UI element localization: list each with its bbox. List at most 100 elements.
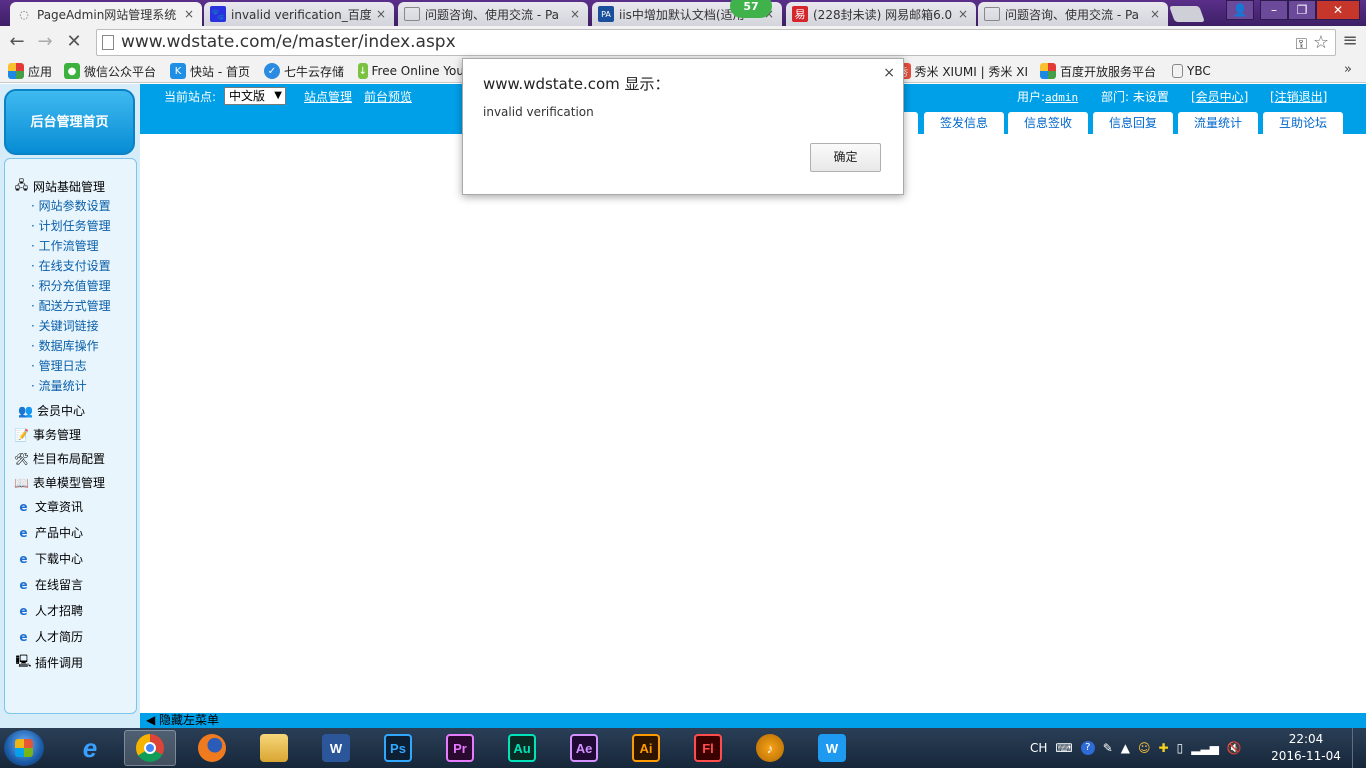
illustrator-icon: Ai xyxy=(632,734,660,762)
menu-item[interactable]: · 在线支付设置 xyxy=(31,257,111,274)
start-button[interactable] xyxy=(4,730,44,766)
help-icon[interactable]: ? xyxy=(1080,741,1095,755)
menu-item[interactable]: · 网站参数设置 xyxy=(31,197,111,214)
pen-icon[interactable]: ✎ xyxy=(1103,741,1113,755)
member-center-link[interactable]: [会员中心] xyxy=(1191,88,1248,105)
emoji-icon[interactable]: ☺ xyxy=(1138,741,1151,755)
chrome-menu-icon[interactable]: ≡ xyxy=(1340,30,1360,51)
bookmark-free-online[interactable]: ↓ Free Online You xyxy=(358,62,464,80)
keyboard-icon[interactable]: ⌨ xyxy=(1055,741,1072,755)
notification-badge[interactable]: 57 xyxy=(730,0,772,18)
show-desktop-button[interactable] xyxy=(1352,728,1366,768)
stop-icon[interactable]: ✕ xyxy=(62,30,86,54)
clipboard-icon[interactable]: ▯ xyxy=(1177,741,1184,755)
taskbar-firefox[interactable] xyxy=(186,730,238,766)
tab-pageadmin[interactable]: ◌ PageAdmin网站管理系统 × xyxy=(10,2,202,26)
menu-item[interactable]: · 管理日志 xyxy=(31,357,87,374)
close-icon[interactable]: × xyxy=(1148,7,1162,21)
language-indicator[interactable]: CH xyxy=(1030,741,1047,755)
taskbar-photoshop[interactable]: Ps xyxy=(372,730,424,766)
tab-info-reply[interactable]: 信息回复 xyxy=(1093,112,1173,134)
tab-forum[interactable]: 互助论坛 xyxy=(1263,112,1343,134)
site-select[interactable]: 中文版 ▼ xyxy=(224,87,286,105)
bookmark-baidu-open[interactable]: 百度开放服务平台 xyxy=(1040,62,1156,80)
address-bar[interactable]: www.wdstate.com/e/master/index.aspx ⚿ ☆ xyxy=(96,29,1336,56)
menu-item[interactable]: · 数据库操作 xyxy=(31,337,99,354)
menu-group-label: 网站基础管理 xyxy=(33,180,106,194)
close-icon[interactable]: × xyxy=(182,7,196,21)
menu-group-articles[interactable]: e 文章资讯 xyxy=(15,498,83,515)
bookmark-kuaizhan[interactable]: K 快站 - 首页 xyxy=(170,62,250,80)
menu-group-downloads[interactable]: e 下载中心 xyxy=(15,550,83,567)
tab-netease-mail[interactable]: 易 (228封未读) 网易邮箱6.0 × xyxy=(786,2,976,26)
volume-muted-icon[interactable]: 🔇 xyxy=(1227,741,1242,755)
menu-group-recruit[interactable]: e 人才招聘 xyxy=(15,602,83,619)
tab-question-2[interactable]: 问题咨询、使用交流 - Pa × xyxy=(978,2,1168,26)
menu-group-plugins[interactable]: 🖳 插件调用 xyxy=(15,654,83,671)
menu-group-member[interactable]: 👥 会员中心 xyxy=(17,402,85,419)
taskbar-illustrator[interactable]: Ai xyxy=(620,730,672,766)
front-preview-link[interactable]: 前台预览 xyxy=(364,88,412,105)
ie-icon: e xyxy=(19,499,28,514)
close-icon[interactable]: × xyxy=(568,7,582,21)
taskbar-wps[interactable]: W xyxy=(806,730,858,766)
network-icon[interactable]: ▂▃▅ xyxy=(1191,741,1219,755)
new-tab-button[interactable] xyxy=(1169,6,1205,22)
taskbar-flash[interactable]: Fl xyxy=(682,730,734,766)
menu-item[interactable]: · 积分充值管理 xyxy=(31,277,111,294)
menu-group-affairs[interactable]: 📝 事务管理 xyxy=(13,426,81,443)
ok-button[interactable]: 确定 xyxy=(810,143,881,172)
user-name-link[interactable]: admin xyxy=(1045,91,1078,104)
bookmarks-overflow-icon[interactable]: » xyxy=(1344,62,1352,77)
site-manage-link[interactable]: 站点管理 xyxy=(304,88,352,105)
hide-left-menu-button[interactable]: ◀ 隐藏左菜单 xyxy=(146,713,219,728)
admin-home-button[interactable]: 后台管理首页 xyxy=(4,89,135,155)
bookmark-xiumi[interactable]: 秀 秀米 XIUMI | 秀米 XI xyxy=(896,62,1028,80)
close-icon[interactable]: × xyxy=(883,65,895,81)
taskbar-premiere[interactable]: Pr xyxy=(434,730,486,766)
tab-issue-info[interactable]: 签发信息 xyxy=(924,112,1004,134)
menu-item[interactable]: · 计划任务管理 xyxy=(31,217,111,234)
close-icon[interactable]: × xyxy=(956,7,970,21)
bookmark-ybc[interactable]: YBC xyxy=(1172,62,1211,80)
menu-group-products[interactable]: e 产品中心 xyxy=(15,524,83,541)
taskbar-ie[interactable]: e xyxy=(64,730,116,766)
tab-info-receipt[interactable]: 信息签收 xyxy=(1008,112,1088,134)
close-window-button[interactable]: ✕ xyxy=(1316,0,1360,20)
menu-group-messages[interactable]: e 在线留言 xyxy=(15,576,83,593)
tab-question-1[interactable]: 问题咨询、使用交流 - Pa × xyxy=(398,2,588,26)
bookmark-apps[interactable]: 应用 xyxy=(8,62,52,80)
menu-group-layout[interactable]: 🛠 栏目布局配置 xyxy=(13,450,105,467)
menu-item[interactable]: · 流量统计 xyxy=(31,377,87,394)
logout-link[interactable]: [注销退出] xyxy=(1270,88,1327,105)
menu-group-resume[interactable]: e 人才简历 xyxy=(15,628,83,645)
back-arrow-icon[interactable]: ← xyxy=(5,30,29,54)
after-effects-icon: Ae xyxy=(570,734,598,762)
user-icon[interactable]: 👤 xyxy=(1226,0,1254,20)
taskbar-after-effects[interactable]: Ae xyxy=(558,730,610,766)
menu-group-forms[interactable]: 📖 表单模型管理 xyxy=(13,474,105,491)
bookmark-qiniu[interactable]: ✓ 七牛云存储 xyxy=(264,62,344,80)
bookmark-wechat[interactable]: ● 微信公众平台 xyxy=(64,62,156,80)
show-hidden-icons[interactable]: ▲ xyxy=(1121,741,1130,755)
tab-traffic-stats[interactable]: 流量统计 xyxy=(1178,112,1258,134)
clock[interactable]: 22:04 2016-11-04 xyxy=(1268,731,1344,765)
tab-baidu[interactable]: 🐾 invalid verification_百度 × xyxy=(204,2,394,26)
minimize-button[interactable]: – xyxy=(1260,0,1288,20)
menu-item[interactable]: · 工作流管理 xyxy=(31,237,99,254)
close-icon[interactable]: × xyxy=(374,7,388,21)
taskbar-chrome[interactable] xyxy=(124,730,176,766)
security-plus-icon[interactable]: ✚ xyxy=(1159,741,1169,755)
restore-button[interactable]: ❐ xyxy=(1288,0,1316,20)
taskbar-fl-studio[interactable]: ♪ xyxy=(744,730,796,766)
menu-item[interactable]: · 配送方式管理 xyxy=(31,297,111,314)
menu-item[interactable]: · 关键词链接 xyxy=(31,317,99,334)
star-icon[interactable]: ☆ xyxy=(1313,30,1329,55)
bookmark-label: 应用 xyxy=(28,64,53,79)
taskbar-audition[interactable]: Au xyxy=(496,730,548,766)
key-icon[interactable]: ⚿ xyxy=(1296,32,1307,57)
taskbar-word[interactable]: W xyxy=(310,730,362,766)
forward-arrow-icon[interactable]: → xyxy=(33,30,57,54)
menu-group-site-basic[interactable]: 🖧 网站基础管理 xyxy=(13,178,105,195)
taskbar-explorer[interactable] xyxy=(248,730,300,766)
